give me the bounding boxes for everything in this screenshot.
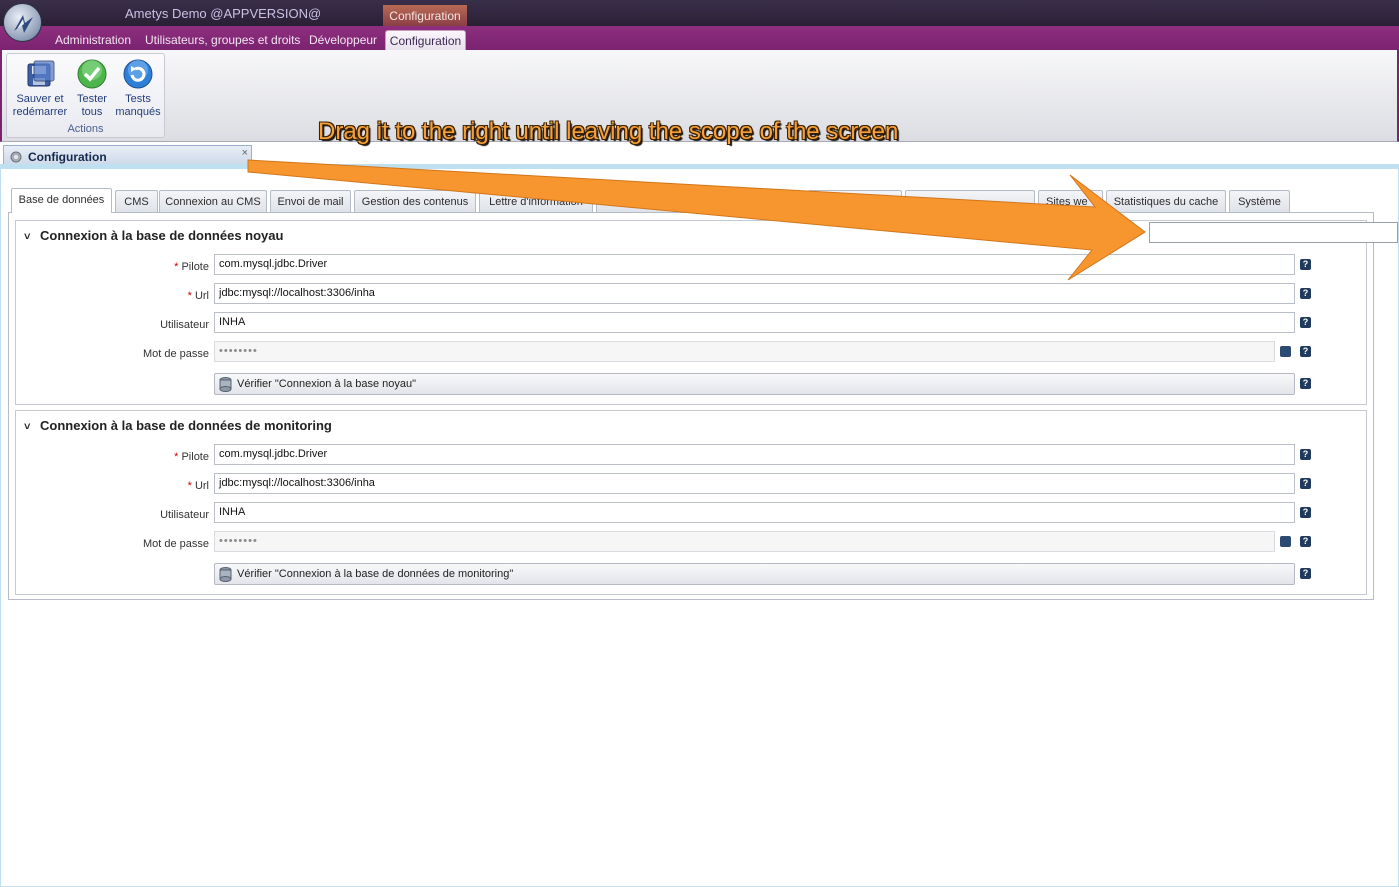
fieldset-title-text: Connexion à la base de données de monito…: [40, 418, 332, 433]
pilote-label-text: Pilote: [181, 451, 209, 463]
app-menu-orb[interactable]: [3, 3, 42, 42]
reset-password-icon[interactable]: [1280, 346, 1291, 357]
gear-icon: [10, 151, 22, 163]
url-input[interactable]: jdbc:mysql://localhost:3306/inha: [214, 283, 1295, 304]
save-restart-icon: [27, 60, 55, 87]
missed-tests-label-1: Tests: [125, 93, 151, 105]
tab-recherche[interactable]: Recherche: [596, 190, 688, 212]
pilote-input[interactable]: com.mysql.jdbc.Driver: [214, 254, 1295, 275]
tab-sites-web[interactable]: Sites we: [1038, 190, 1103, 212]
fieldset-monitoring-db: ˅ Connexion à la base de données de monit…: [15, 410, 1367, 595]
tab-administration[interactable]: Administration: [55, 30, 131, 50]
fieldset-title[interactable]: ˅ Connexion à la base de données noyau: [24, 228, 283, 243]
url-label-text: Url: [194, 480, 209, 492]
missed-tests-button[interactable]: Tests manqués: [114, 58, 162, 119]
tab-hidden-1[interactable]: [808, 190, 902, 212]
verify-monitoring-db-label: Vérifier "Connexion à la base de données…: [237, 568, 514, 580]
required-mark: *: [187, 290, 192, 302]
fieldset-title[interactable]: ˅ Connexion à la base de données de monit…: [24, 418, 332, 433]
context-tab-header: Configuration: [383, 5, 467, 26]
password-label: Mot de passe: [142, 538, 209, 550]
title-bar: Ametys Demo @APPVERSION@ Configuration: [0, 0, 1399, 26]
verify-monitoring-db-button[interactable]: Vérifier "Connexion à la base de données…: [214, 563, 1295, 585]
url-label: * Url: [29, 290, 209, 302]
user-label: Utilisateur: [160, 509, 209, 521]
config-tab-panel: Base de données CMS Connexion au CMS Env…: [8, 188, 1374, 600]
refresh-icon: [123, 59, 153, 89]
verify-core-db-label: Vérifier "Connexion à la base noyau": [237, 378, 417, 390]
database-icon: [219, 567, 232, 582]
pilote-label-text: Pilote: [181, 261, 209, 273]
tab-base-de-donnees[interactable]: Base de données: [11, 188, 112, 213]
chevron-down-icon[interactable]: ˅: [24, 231, 36, 243]
panel-title: Configuration: [28, 150, 107, 164]
tab-developer[interactable]: Développeur: [309, 30, 377, 50]
help-icon[interactable]: ?: [1300, 346, 1311, 357]
app-title: Ametys Demo @APPVERSION@: [125, 6, 322, 21]
test-all-label-2: tous: [81, 106, 103, 118]
annotation-text: Drag it to the right until leaving the s…: [318, 118, 899, 145]
help-icon[interactable]: ?: [1300, 507, 1311, 518]
pilote-input[interactable]: com.mysql.jdbc.Driver: [214, 444, 1295, 465]
config-content: ˅ Connexion à la base de données noyau * …: [8, 212, 1374, 600]
required-mark: *: [174, 261, 179, 273]
check-icon: [77, 59, 107, 89]
save-restart-label-1: Sauver et: [16, 93, 64, 105]
tab-envoi-mail[interactable]: Envoi de mail: [270, 190, 351, 212]
help-icon[interactable]: ?: [1300, 478, 1311, 489]
help-icon[interactable]: ?: [1300, 378, 1311, 389]
chevron-down-icon[interactable]: ˅: [24, 421, 36, 433]
password-input[interactable]: ••••••••: [214, 341, 1275, 362]
tab-lettre-information[interactable]: Lettre d'information: [479, 190, 593, 212]
save-restart-button[interactable]: Sauver et redémarrer: [11, 58, 69, 119]
user-input[interactable]: INHA: [214, 312, 1295, 333]
app-window: { "app": { "title": "Ametys Demo @APPVER…: [0, 0, 1399, 887]
help-icon[interactable]: ?: [1300, 317, 1311, 328]
fieldset-core-db: ˅ Connexion à la base de données noyau * …: [15, 220, 1367, 405]
tab-configuration[interactable]: Configuration: [385, 30, 466, 50]
password-input[interactable]: ••••••••: [214, 531, 1275, 552]
url-input[interactable]: jdbc:mysql://localhost:3306/inha: [214, 473, 1295, 494]
test-all-label-1: Tester: [77, 93, 107, 105]
ametys-logo-icon: [14, 15, 33, 33]
user-input[interactable]: INHA: [214, 502, 1295, 523]
tab-hidden-2[interactable]: [905, 190, 1035, 212]
help-icon[interactable]: ?: [1300, 536, 1311, 547]
url-label-text: Url: [194, 290, 209, 302]
tab-users-groups-rights[interactable]: Utilisateurs, groupes et droits: [145, 30, 300, 50]
ribbon-tab-bar: Administration Utilisateurs, groupes et …: [0, 26, 1399, 50]
ribbon-group-actions: Sauver et redémarrer Tester tous Tests m…: [6, 53, 165, 138]
database-icon: [219, 377, 232, 392]
pilote-label: * Pilote: [29, 261, 209, 273]
test-all-button[interactable]: Tester tous: [72, 58, 112, 119]
required-mark: *: [187, 480, 192, 492]
pilote-label: * Pilote: [29, 451, 209, 463]
reset-password-icon[interactable]: [1280, 536, 1291, 547]
tab-statistiques-cache[interactable]: Statistiques du cache: [1106, 190, 1226, 212]
url-label: * Url: [29, 480, 209, 492]
tab-systeme[interactable]: Système: [1229, 190, 1290, 212]
password-label: Mot de passe: [142, 348, 209, 360]
group-label-actions: Actions: [67, 123, 104, 135]
drag-target-box[interactable]: [1149, 222, 1398, 243]
tab-connexion-cms[interactable]: Connexion au CMS: [159, 190, 267, 212]
help-icon[interactable]: ?: [1300, 568, 1311, 579]
close-icon[interactable]: ×: [242, 147, 248, 159]
verify-core-db-button[interactable]: Vérifier "Connexion à la base noyau": [214, 373, 1295, 395]
config-tab-strip: Base de données CMS Connexion au CMS Env…: [8, 188, 1374, 213]
missed-tests-label-2: manqués: [115, 106, 161, 118]
help-icon[interactable]: ?: [1300, 288, 1311, 299]
user-label: Utilisateur: [160, 319, 209, 331]
fieldset-title-text: Connexion à la base de données noyau: [40, 228, 284, 243]
required-mark: *: [174, 451, 179, 463]
save-restart-label-2: redémarrer: [12, 106, 68, 118]
tab-cms[interactable]: CMS: [115, 190, 158, 212]
help-icon[interactable]: ?: [1300, 259, 1311, 270]
help-icon[interactable]: ?: [1300, 449, 1311, 460]
tab-gestion-contenus[interactable]: Gestion des contenus: [354, 190, 476, 212]
